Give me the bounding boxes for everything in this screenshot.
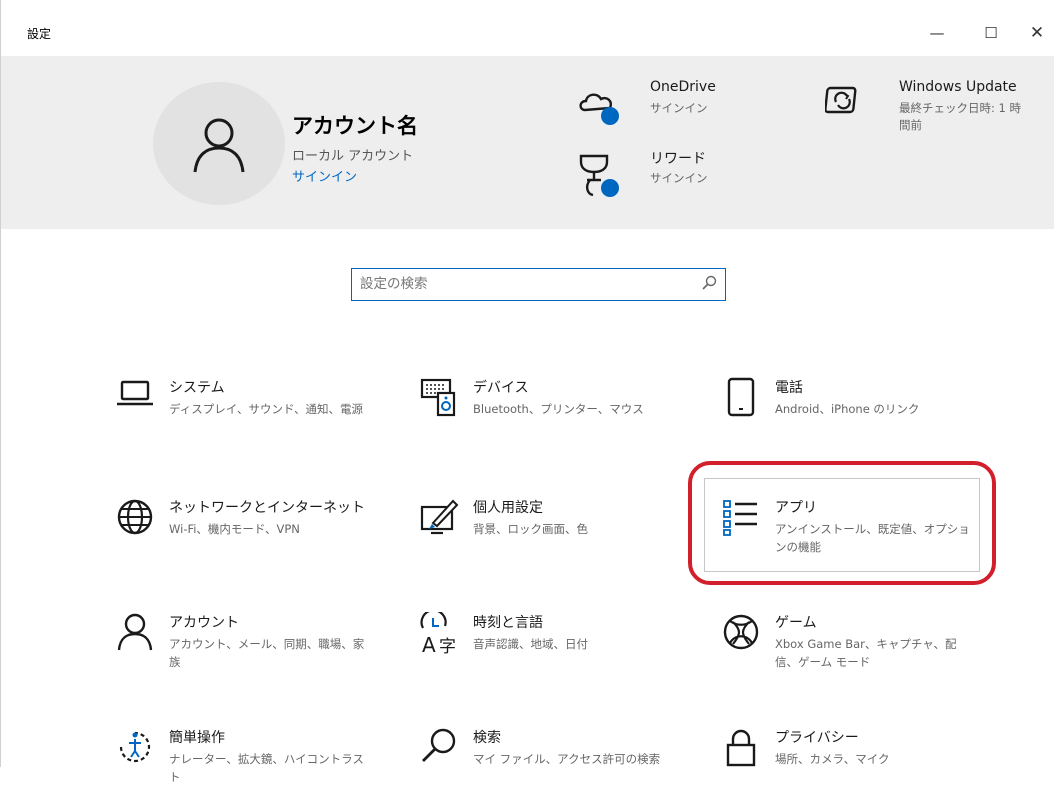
account-name: アカウント名 xyxy=(292,113,418,138)
search-icon[interactable] xyxy=(701,275,717,295)
settings-window: 設定 — ☐ ✕ アカウント名 ローカル アカウント サインイン OneDriv… xyxy=(0,0,1054,784)
app-list-icon xyxy=(717,497,765,545)
category-description: 音声認識、地域、日付 xyxy=(473,637,588,651)
category-description: ナレーター、拡大鏡、ハイコントラスト xyxy=(169,752,364,784)
settings-search[interactable] xyxy=(351,268,726,301)
search-input[interactable] xyxy=(360,273,680,295)
windows-update-status: 最終チェック日時: 1 時間前 xyxy=(899,101,1022,132)
account-signin-link[interactable]: サインイン xyxy=(292,166,357,185)
category-description: マイ ファイル、アクセス許可の検索 xyxy=(473,752,661,766)
xbox-icon xyxy=(717,612,765,660)
category-title: ネットワークとインターネット xyxy=(169,500,365,516)
category-personalization[interactable]: 個人用設定 背景、ロック画面、色 xyxy=(415,497,705,577)
category-description: アンインストール、既定値、オプションの機能 xyxy=(775,522,970,554)
category-phone[interactable]: 電話 Android、iPhone のリンク xyxy=(717,377,1007,457)
category-description: Bluetooth、プリンター、マウス xyxy=(473,402,644,416)
maximize-button[interactable]: ☐ xyxy=(971,20,1011,46)
category-description: Wi-Fi、機内モード、VPN xyxy=(169,522,300,536)
category-description: Xbox Game Bar、キャプチャ、配信、ゲーム モード xyxy=(775,637,957,669)
category-title: 時刻と言語 xyxy=(473,615,543,631)
category-search[interactable]: 検索 マイ ファイル、アクセス許可の検索 xyxy=(415,727,705,807)
category-title: デバイス xyxy=(473,380,529,396)
category-gaming[interactable]: ゲーム Xbox Game Bar、キャプチャ、配信、ゲーム モード xyxy=(717,612,1007,692)
category-title: アプリ xyxy=(775,500,817,516)
category-privacy[interactable]: プライバシー 場所、カメラ、マイク xyxy=(717,727,1007,807)
svg-text:字: 字 xyxy=(439,637,456,656)
category-time-language[interactable]: A字 時刻と言語 音声認識、地域、日付 xyxy=(415,612,705,692)
ease-of-access-icon xyxy=(111,727,159,775)
category-description: ディスプレイ、サウンド、通知、電源 xyxy=(169,402,364,416)
category-network[interactable]: ネットワークとインターネット Wi-Fi、機内モード、VPN xyxy=(111,497,401,577)
category-title: アカウント xyxy=(169,615,239,631)
phone-icon xyxy=(717,377,765,425)
search-icon xyxy=(415,727,463,775)
refresh-icon[interactable] xyxy=(824,84,861,122)
title-bar: 設定 — ☐ ✕ xyxy=(1,0,1054,56)
account-type: ローカル アカウント xyxy=(292,149,414,164)
category-title: ゲーム xyxy=(775,615,817,631)
avatar[interactable] xyxy=(153,82,285,205)
category-title: システム xyxy=(169,380,225,396)
category-title: 検索 xyxy=(473,730,501,746)
category-accounts[interactable]: アカウント アカウント、メール、同期、職場、家族 xyxy=(111,612,401,692)
window-title: 設定 xyxy=(27,27,52,41)
globe-icon xyxy=(111,497,159,545)
category-devices[interactable]: デバイス Bluetooth、プリンター、マウス xyxy=(415,377,705,457)
person-icon xyxy=(111,612,159,660)
person-icon xyxy=(193,118,245,172)
category-description: アカウント、メール、同期、職場、家族 xyxy=(169,637,365,669)
account-header: アカウント名 ローカル アカウント サインイン OneDrive サインイン リ… xyxy=(1,56,1054,229)
rewards-title[interactable]: リワード xyxy=(650,148,706,168)
time-language-icon: A字 xyxy=(415,612,463,660)
category-description: 場所、カメラ、マイク xyxy=(775,752,890,766)
cloud-icon[interactable] xyxy=(577,84,623,132)
category-ease-of-access[interactable]: 簡単操作 ナレーター、拡大鏡、ハイコントラスト xyxy=(111,727,401,807)
category-title: 簡単操作 xyxy=(169,730,225,746)
category-title: プライバシー xyxy=(775,730,859,746)
onedrive-title[interactable]: OneDrive xyxy=(650,79,716,95)
close-button[interactable]: ✕ xyxy=(1017,20,1054,46)
pen-tablet-icon xyxy=(415,497,463,545)
category-title: 電話 xyxy=(775,380,803,396)
laptop-icon xyxy=(111,377,159,425)
lock-icon xyxy=(717,727,765,775)
category-description: Android、iPhone のリンク xyxy=(775,402,920,416)
onedrive-status: サインイン xyxy=(650,101,708,115)
rewards-status: サインイン xyxy=(650,171,708,185)
svg-text:A: A xyxy=(422,633,436,656)
minimize-button[interactable]: — xyxy=(917,20,957,46)
keyboard-speaker-icon xyxy=(415,377,463,425)
category-system[interactable]: システム ディスプレイ、サウンド、通知、電源 xyxy=(111,377,401,457)
trophy-icon[interactable] xyxy=(577,152,623,204)
windows-update-title[interactable]: Windows Update xyxy=(899,79,1017,95)
category-apps[interactable]: アプリ アンインストール、既定値、オプションの機能 xyxy=(717,497,1007,577)
category-description: 背景、ロック画面、色 xyxy=(473,522,588,536)
category-title: 個人用設定 xyxy=(473,500,543,516)
